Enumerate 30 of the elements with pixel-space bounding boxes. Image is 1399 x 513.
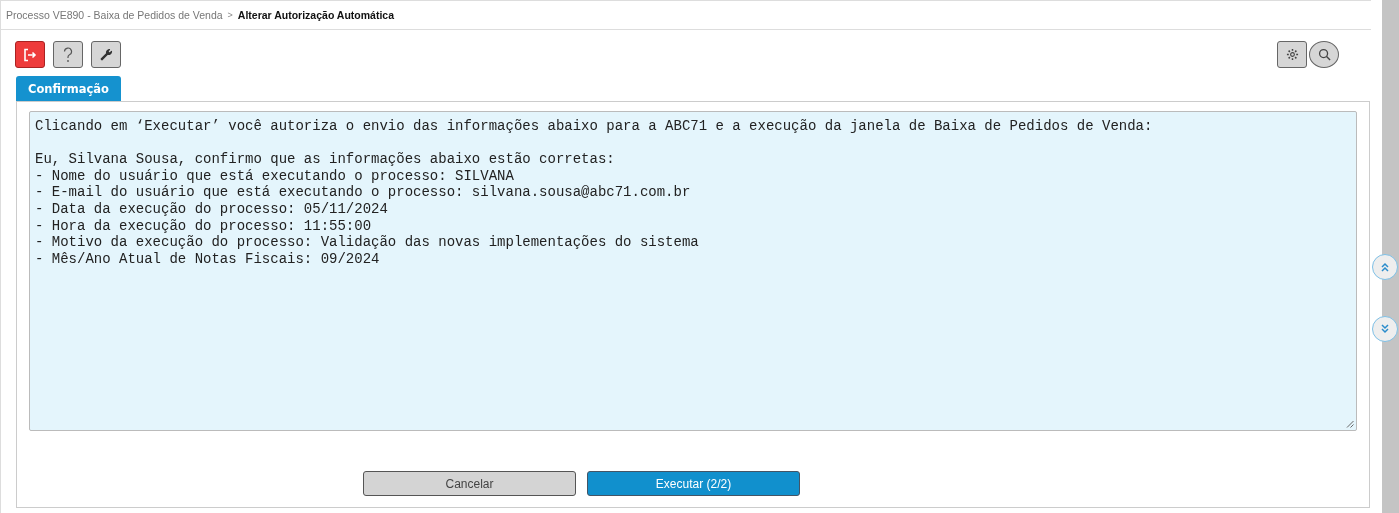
search-button[interactable] — [1309, 41, 1339, 68]
search-icon — [1317, 48, 1331, 61]
tab[interactable]: Confirmação — [16, 76, 121, 101]
tools-button[interactable] — [91, 41, 121, 68]
double-chevron-down-icon — [1380, 324, 1390, 334]
double-chevron-up-icon — [1380, 262, 1390, 272]
resize-grip-icon — [1346, 420, 1354, 428]
exit-icon — [23, 47, 37, 62]
help-button[interactable] — [53, 41, 83, 68]
message-line: Eu, Silvana Sousa, confirmo que as informações abaixo estão corretas: — [35, 151, 616, 168]
scroll-up-button[interactable] — [1372, 254, 1398, 280]
breadcrumb-separator: > — [227, 10, 233, 20]
message-line: - E-mail do usuário que está executando o processo: silvana.sousa@abc71.com.br — [35, 184, 692, 201]
breadcrumb-current: Alterar Autorização Automática — [237, 9, 394, 21]
message-line: - Data da execução do processo: 05/11/2024 — [35, 200, 389, 218]
settings-icon — [1285, 48, 1299, 61]
message-line: - Mês/Ano Atual de Notas Fiscais: 09/2024 — [35, 250, 381, 268]
message-line: - Motivo da execução do processo: Validação das novas implementações do sistema — [35, 234, 700, 251]
exit-button[interactable] — [15, 41, 45, 68]
message-line: Clicando em ‘Executar’ você autoriza o envio das informações abaixo para a ABC71 e a execução da janela de Baixa de Pedidos de Venda: — [35, 118, 1154, 135]
wrench-icon — [99, 47, 113, 62]
execute-button[interactable]: Executar (2/2) — [587, 471, 800, 496]
confirmation-text-area[interactable] — [29, 111, 1357, 431]
settings-button[interactable] — [1277, 41, 1307, 68]
scroll-down-button[interactable] — [1372, 316, 1398, 342]
cancel-button[interactable]: Cancelar — [363, 471, 576, 496]
question-mark-icon — [63, 46, 73, 63]
message-line: - Nome do usuário que está executando o processo: SILVANA — [35, 167, 515, 185]
breadcrumb-link[interactable]: Processo VE890 - Baixa de Pedidos de Venda — [6, 9, 223, 21]
message-line: - Hora da execução do processo: 11:55:00 — [35, 217, 373, 235]
